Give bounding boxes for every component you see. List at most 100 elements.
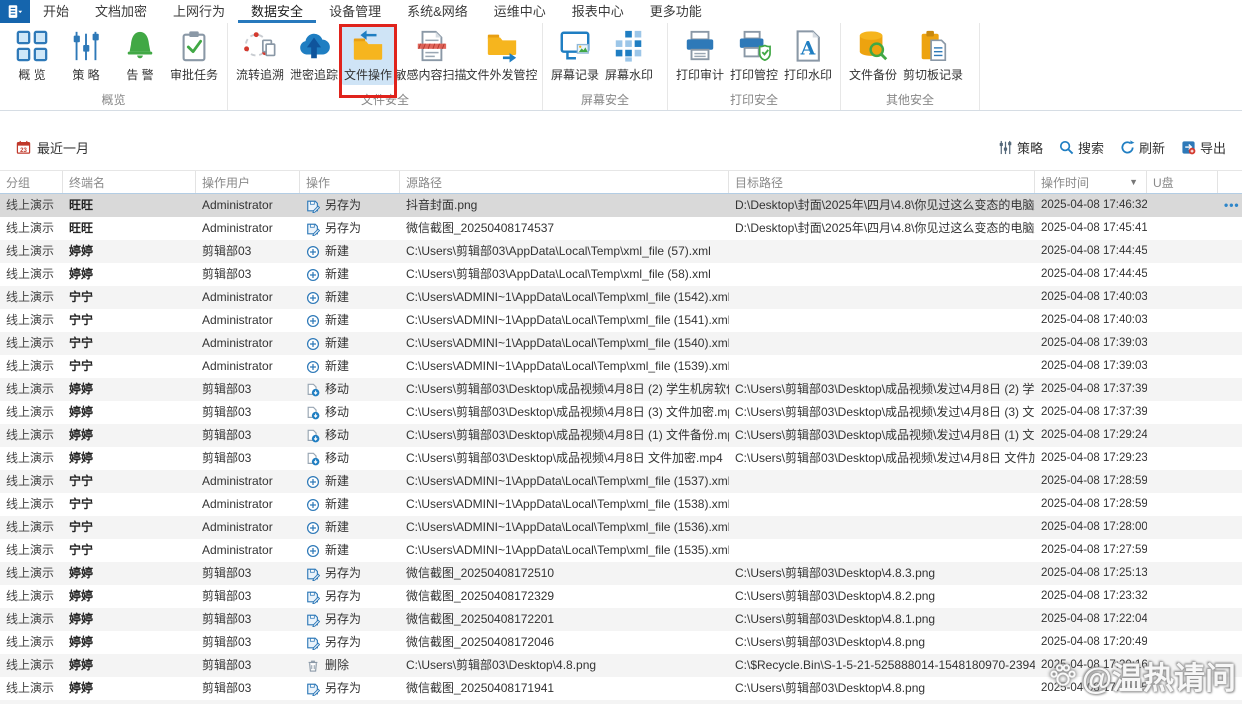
table-row[interactable]: 线上演示婷婷剪辑部03 <box>0 700 1242 704</box>
ribbon-button-label: 策 略 <box>72 68 100 82</box>
cell-time: 2025-04-08 17:20:49 <box>1041 636 1147 648</box>
ribbon-button-approval-task[interactable]: 审批任务 <box>168 26 220 85</box>
table-row[interactable]: 线上演示 旺旺 Administrator 另存为 抖音封面.png D:\Desktop… <box>0 194 1242 217</box>
leak-track-icon <box>297 29 331 63</box>
cell-operation: 移动 <box>300 447 400 470</box>
cell-operation: 新建 <box>300 240 400 263</box>
flow-trace-icon <box>243 29 277 63</box>
column-header[interactable]: 操作时间 ▼ <box>1035 171 1147 193</box>
menu-tab[interactable]: 上网行为 <box>160 0 238 23</box>
cell-source-path: 微信截图_20250408172329 <box>406 589 555 603</box>
table-row[interactable]: 线上演示 宁宁 Administrator 新建 C:\Users\ADMINI~1\A… <box>0 493 1242 516</box>
column-header[interactable]: 操作 <box>300 171 400 193</box>
table-row[interactable]: 线上演示 宁宁 Administrator 新建 C:\Users\ADMINI~1\A… <box>0 355 1242 378</box>
cell-time: 2025-04-08 17:19:45 <box>1041 682 1147 694</box>
ribbon-button-policy[interactable]: 策 略 <box>60 26 112 85</box>
cell-time <box>1035 700 1147 704</box>
search-button[interactable]: 搜索 <box>1059 138 1104 157</box>
table-row[interactable]: 线上演示 婷婷 剪辑部03 删除 C:\Users\剪辑部03\Desktop\4.8.… <box>0 654 1242 677</box>
app-menu-button[interactable] <box>0 0 30 23</box>
row-actions-button[interactable]: ••• <box>1224 194 1240 217</box>
cell-target-path <box>729 286 1035 309</box>
ribbon-button-flow-trace[interactable]: 流转追溯 <box>234 26 286 85</box>
date-range-filter[interactable]: 23 最近一月 <box>16 138 89 157</box>
cell-target-path: C:\Users\剪辑部03\Desktop\成品视频\发过\4月8日 (1) … <box>735 428 1035 442</box>
ribbon-button-screen-record[interactable]: 屏幕记录 <box>549 26 601 85</box>
table-row[interactable]: 线上演示 婷婷 剪辑部03 另存为 微信截图_20250408172201 C:\User… <box>0 608 1242 631</box>
cell-terminal: 婷婷 <box>69 244 94 258</box>
ribbon-button-sensitive-scan[interactable]: 敏感内容扫描 <box>395 26 467 85</box>
toolbar-button-label: 导出 <box>1199 140 1226 156</box>
menu-tab[interactable]: 数据安全 <box>238 0 317 23</box>
policy-small-button[interactable]: 策略 <box>998 138 1043 157</box>
export-button[interactable]: 导出 <box>1181 138 1226 157</box>
menu-tab[interactable]: 设备管理 <box>316 0 394 23</box>
cell-user: 剪辑部03 <box>202 589 252 603</box>
cell-time: 2025-04-08 17:28:00 <box>1041 521 1147 533</box>
cell-target-path: C:\Users\剪辑部03\Desktop\4.8.png <box>735 681 926 695</box>
cell-usb <box>1147 631 1218 654</box>
cell-user: Administrator <box>202 198 273 212</box>
save-as-icon <box>306 613 320 627</box>
cell-user: 剪辑部03 <box>202 405 252 419</box>
cell-operation: 删除 <box>300 654 400 677</box>
column-header[interactable]: 目标路径 <box>729 171 1035 193</box>
table-row[interactable]: 线上演示 婷婷 剪辑部03 另存为 微信截图_20250408172046 C:\User… <box>0 631 1242 654</box>
table-row[interactable]: 线上演示 宁宁 Administrator 新建 C:\Users\ADMINI~1\A… <box>0 332 1242 355</box>
table-row[interactable]: 线上演示 婷婷 剪辑部03 新建 C:\Users\剪辑部03\AppData\Loca… <box>0 240 1242 263</box>
ribbon-button-label: 打印水印 <box>784 68 833 82</box>
menu-tab[interactable]: 开始 <box>30 0 82 23</box>
menu-tab[interactable]: 系统&网络 <box>394 0 481 23</box>
table-row[interactable]: 线上演示 婷婷 剪辑部03 新建 C:\Users\剪辑部03\AppData\Loca… <box>0 263 1242 286</box>
ribbon-button-label: 打印管控 <box>730 68 779 82</box>
menu-tab[interactable]: 报表中心 <box>559 0 637 23</box>
column-header[interactable] <box>1218 171 1242 193</box>
menu-tab[interactable]: 文档加密 <box>82 0 160 23</box>
table-row[interactable]: 线上演示 婷婷 剪辑部03 移动 C:\Users\剪辑部03\Desktop\成品视频… <box>0 401 1242 424</box>
cell-time: 2025-04-08 17:39:03 <box>1041 360 1147 372</box>
operation-label: 另存为 <box>325 681 362 695</box>
table-row[interactable]: 线上演示 旺旺 Administrator 另存为 微信截图_2025040817453… <box>0 217 1242 240</box>
filter-dropdown-icon[interactable]: ▼ <box>1129 177 1138 187</box>
table-row[interactable]: 线上演示 宁宁 Administrator 新建 C:\Users\ADMINI~1\A… <box>0 516 1242 539</box>
cell-source-path: C:\Users\剪辑部03\AppData\Local\Temp\xml_fi… <box>406 267 711 281</box>
column-header[interactable]: 终端名 <box>63 171 196 193</box>
ribbon-button-leak-track[interactable]: 泄密追踪 <box>288 26 340 85</box>
table-row[interactable]: 线上演示 婷婷 剪辑部03 移动 C:\Users\剪辑部03\Desktop\成品视频… <box>0 447 1242 470</box>
menu-tab[interactable]: 更多功能 <box>637 0 715 23</box>
operation-label: 另存为 <box>325 589 362 603</box>
cell-operation: 新建 <box>300 539 400 562</box>
ribbon-button-overview[interactable]: 概 览 <box>6 26 58 85</box>
table-row[interactable]: 线上演示 婷婷 剪辑部03 另存为 微信截图_20250408172329 C:\User… <box>0 585 1242 608</box>
menu-tab[interactable]: 运维中心 <box>481 0 559 23</box>
table-row[interactable]: 线上演示 婷婷 剪辑部03 另存为 微信截图_20250408172510 C:\User… <box>0 562 1242 585</box>
table-row[interactable]: 线上演示 宁宁 Administrator 新建 C:\Users\ADMINI~1\A… <box>0 286 1242 309</box>
ribbon-button-screen-watermark[interactable]: 屏幕水印 <box>603 26 655 85</box>
refresh-button[interactable]: 刷新 <box>1120 138 1165 157</box>
ribbon-button-print-control[interactable]: 打印管控 <box>728 26 780 85</box>
cell-terminal: 婷婷 <box>69 612 94 626</box>
table-row[interactable]: 线上演示 宁宁 Administrator 新建 C:\Users\ADMINI~1\A… <box>0 309 1242 332</box>
column-header[interactable]: 源路径 <box>400 171 729 193</box>
table-row[interactable]: 线上演示 婷婷 剪辑部03 另存为 微信截图_20250408171941 C:\User… <box>0 677 1242 700</box>
ribbon-button-file-backup[interactable]: 文件备份 <box>847 26 899 85</box>
cell-usb <box>1147 608 1218 631</box>
ribbon-button-clipboard-record[interactable]: 剪切板记录 <box>901 26 965 85</box>
table-row[interactable]: 线上演示 婷婷 剪辑部03 移动 C:\Users\剪辑部03\Desktop\成品视频… <box>0 378 1242 401</box>
operation-label: 新建 <box>325 336 350 350</box>
column-header[interactable]: U盘 <box>1147 171 1218 193</box>
ribbon-button-file-operation[interactable]: 文件操作 <box>339 24 397 98</box>
ribbon-button-label: 泄密追踪 <box>290 68 339 82</box>
column-header[interactable]: 分组 <box>0 171 63 193</box>
table-row[interactable]: 线上演示 宁宁 Administrator 新建 C:\Users\ADMINI~1\A… <box>0 539 1242 562</box>
cell-target-path: D:\Desktop\封面\2025年\四月\4.8\你见过这么变态的电脑监..… <box>735 198 1035 212</box>
ribbon-button-alarm[interactable]: 告 警 <box>114 26 166 85</box>
ribbon-button-print-watermark[interactable]: A 打印水印 <box>782 26 834 85</box>
column-header[interactable]: 操作用户 <box>196 171 300 193</box>
table-row[interactable]: 线上演示 婷婷 剪辑部03 移动 C:\Users\剪辑部03\Desktop\成品视频… <box>0 424 1242 447</box>
ribbon-group-label: 打印安全 <box>729 93 778 107</box>
ribbon-button-file-outgoing[interactable]: 文件外发管控 <box>466 26 538 85</box>
ribbon-button-print-audit[interactable]: 打印审计 <box>674 26 726 85</box>
table-row[interactable]: 线上演示 宁宁 Administrator 新建 C:\Users\ADMINI~1\A… <box>0 470 1242 493</box>
cell-target-path <box>729 332 1035 355</box>
